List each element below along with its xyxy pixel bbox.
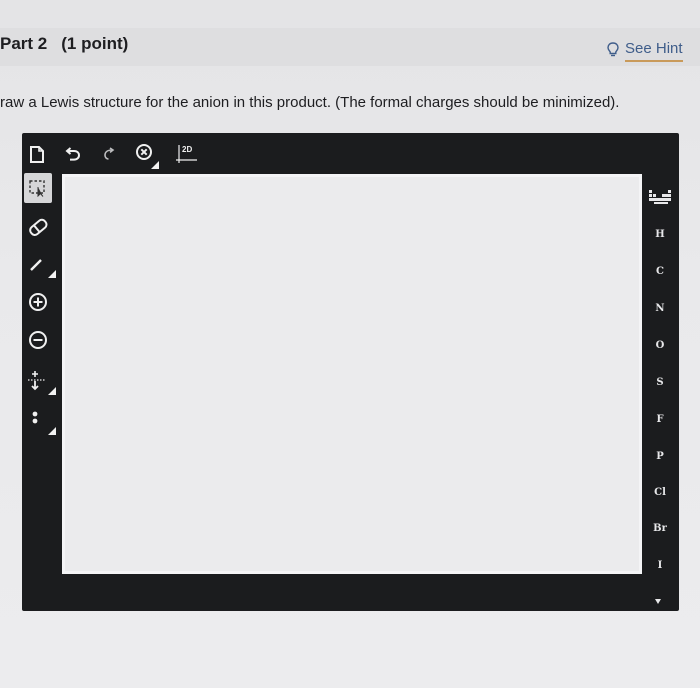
lone-pair-menu-corner: [48, 427, 56, 435]
lone-pair-tool[interactable]: [24, 403, 56, 435]
lewis-structure-editor: 2D H C N O S F P Cl Br I: [22, 133, 679, 611]
arrow-menu-corner: [48, 387, 56, 395]
undo-icon[interactable]: [60, 141, 86, 167]
bond-menu-corner: [48, 270, 56, 278]
element-n[interactable]: N: [642, 303, 678, 314]
clear-menu-corner: [151, 161, 159, 169]
element-o[interactable]: O: [642, 340, 678, 351]
element-br[interactable]: Br: [642, 523, 678, 534]
new-document-icon[interactable]: [24, 141, 50, 167]
redo-icon[interactable]: [96, 141, 122, 167]
bond-tool[interactable]: [24, 250, 56, 280]
element-h[interactable]: H: [642, 229, 678, 240]
periodic-table-icon[interactable]: [648, 188, 672, 206]
positive-charge-tool[interactable]: [24, 287, 52, 317]
negative-charge-tool[interactable]: [24, 325, 52, 355]
view-2d-button[interactable]: 2D: [174, 141, 202, 167]
more-elements-arrow-icon[interactable]: [655, 599, 661, 604]
points-label: (1 point): [61, 34, 129, 53]
element-c[interactable]: C: [642, 266, 678, 277]
element-i[interactable]: I: [642, 560, 678, 571]
lightbulb-icon: [607, 41, 619, 61]
arrow-tool[interactable]: [24, 365, 56, 395]
drawing-canvas[interactable]: [62, 174, 642, 574]
element-s[interactable]: S: [642, 377, 678, 388]
question-prompt: raw a Lewis structure for the anion in t…: [0, 94, 620, 111]
view-2d-label: 2D: [182, 145, 193, 154]
part-title: Part 2 (1 point): [0, 34, 128, 54]
element-cl[interactable]: Cl: [642, 487, 678, 498]
see-hint-link[interactable]: See Hint: [607, 40, 683, 62]
part-label: Part 2: [0, 34, 48, 53]
eraser-tool[interactable]: [24, 212, 52, 242]
see-hint-label[interactable]: See Hint: [625, 40, 683, 62]
element-f[interactable]: F: [642, 414, 678, 425]
element-p[interactable]: P: [642, 451, 678, 462]
clear-icon[interactable]: [133, 141, 159, 169]
select-tool[interactable]: [24, 173, 52, 203]
